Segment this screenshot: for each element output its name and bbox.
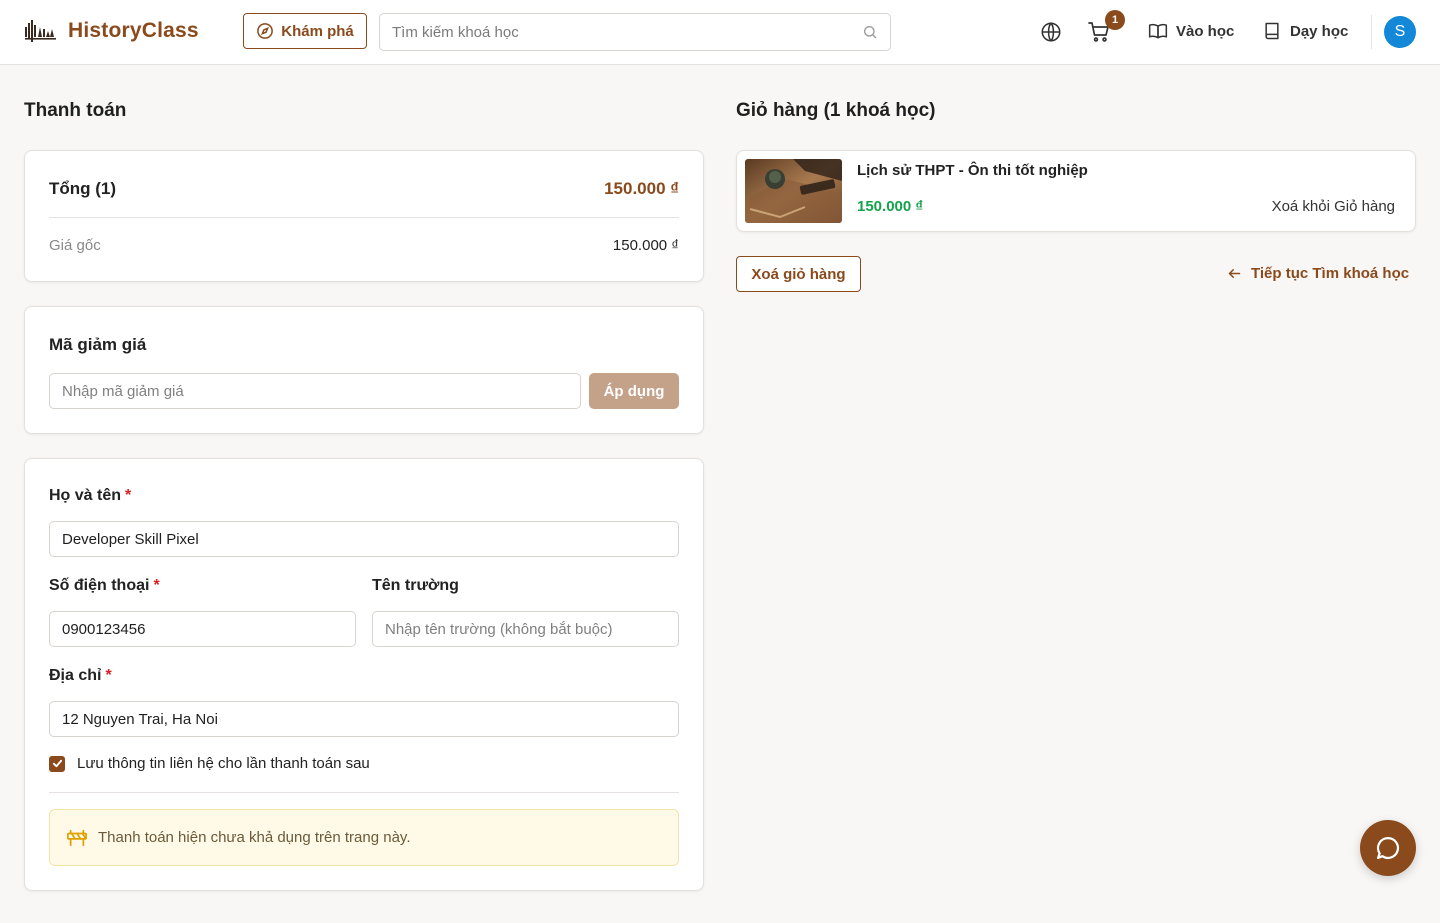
- search-input[interactable]: [380, 14, 890, 50]
- remove-from-cart-link[interactable]: Xoá khỏi Giỏ hàng: [1272, 198, 1395, 215]
- school-field[interactable]: [372, 611, 679, 647]
- course-thumbnail-image: [745, 159, 842, 223]
- check-icon: [52, 759, 62, 768]
- address-label-text: Địa chỉ: [49, 667, 102, 684]
- course-thumbnail[interactable]: [745, 159, 842, 223]
- phone-label: Số điện thoại *: [49, 577, 160, 595]
- order-summary-card: Tổng (1) 150.000 ₫ Giá gốc 150.000 ₫: [24, 150, 704, 282]
- avatar[interactable]: S: [1384, 16, 1416, 48]
- explore-label: Khám phá: [281, 22, 354, 40]
- name-label: Họ và tên *: [49, 487, 131, 505]
- original-price-label: Giá gốc: [49, 237, 101, 254]
- address-label: Địa chỉ *: [49, 667, 112, 685]
- total-value: 150.000 ₫: [604, 179, 679, 198]
- book-icon: [1265, 22, 1279, 40]
- clear-cart-button[interactable]: Xoá giỏ hàng: [736, 256, 861, 292]
- explore-button[interactable]: Khám phá: [243, 13, 367, 49]
- arrow-left-icon: [1228, 269, 1241, 278]
- cart-count-badge: 1: [1105, 10, 1125, 30]
- original-price-value: 150.000 ₫: [612, 237, 679, 254]
- teach-link[interactable]: Dạy học: [1262, 21, 1348, 41]
- chat-button[interactable]: [1360, 820, 1416, 876]
- search-bar: [379, 13, 891, 51]
- course-price: 150.000 ₫: [857, 198, 924, 215]
- coupon-title: Mã giảm giá: [49, 335, 147, 354]
- payment-unavailable-notice: Thanh toán hiện chưa khả dụng trên trang…: [49, 809, 679, 866]
- compass-icon: [257, 23, 274, 39]
- search-icon[interactable]: [862, 24, 878, 40]
- coupon-input[interactable]: [49, 373, 581, 409]
- required-mark: *: [125, 487, 132, 504]
- save-info-label: Lưu thông tin liên hệ cho lần thanh toán…: [77, 755, 370, 772]
- course-title[interactable]: Lịch sử THPT - Ôn thi tốt nghiệp: [857, 162, 1088, 179]
- school-label: Tên trường: [372, 577, 459, 594]
- address-field[interactable]: [49, 701, 679, 737]
- name-field[interactable]: [49, 521, 679, 557]
- name-label-text: Họ và tên: [49, 487, 122, 504]
- save-info-checkbox[interactable]: [49, 755, 65, 772]
- apply-coupon-button[interactable]: Áp dụng: [589, 373, 679, 409]
- phone-label-text: Số điện thoại: [49, 577, 150, 594]
- top-header: HistoryClass Khám phá 1 Vào học: [0, 0, 1440, 65]
- page-title: Thanh toán: [24, 100, 127, 121]
- coupon-card: Mã giảm giá Áp dụng: [24, 306, 704, 434]
- summary-divider: [49, 217, 679, 218]
- logo-icon: [25, 20, 56, 42]
- total-label: Tổng (1): [49, 179, 117, 198]
- phone-field[interactable]: [49, 611, 356, 647]
- learn-label: Vào học: [1176, 22, 1235, 40]
- chat-icon: [1376, 836, 1400, 860]
- teach-label: Dạy học: [1290, 22, 1349, 40]
- cart-item: Lịch sử THPT - Ôn thi tốt nghiệp 150.000…: [736, 150, 1416, 232]
- continue-shopping-label: Tiếp tục Tìm khoá học: [1251, 265, 1410, 282]
- continue-shopping-link[interactable]: Tiếp tục Tìm khoá học: [1227, 265, 1409, 282]
- brand-name: HistoryClass: [68, 19, 199, 42]
- globe-icon[interactable]: [1040, 21, 1062, 43]
- brand-logo[interactable]: HistoryClass: [24, 17, 199, 45]
- header-divider: [1371, 15, 1372, 49]
- book-open-icon: [1148, 23, 1168, 39]
- construction-icon: [67, 829, 87, 847]
- required-mark: *: [105, 667, 112, 684]
- save-info-checkbox-row[interactable]: Lưu thông tin liên hệ cho lần thanh toán…: [49, 755, 370, 772]
- notice-text: Thanh toán hiện chưa khả dụng trên trang…: [98, 829, 411, 846]
- learn-link[interactable]: Vào học: [1148, 21, 1234, 41]
- cart-title: Giỏ hàng (1 khoá học): [736, 100, 936, 121]
- form-divider: [49, 792, 679, 793]
- required-mark: *: [153, 577, 160, 594]
- contact-form-card: Họ và tên* Số điện thoại* Tên trường Địa…: [24, 458, 704, 891]
